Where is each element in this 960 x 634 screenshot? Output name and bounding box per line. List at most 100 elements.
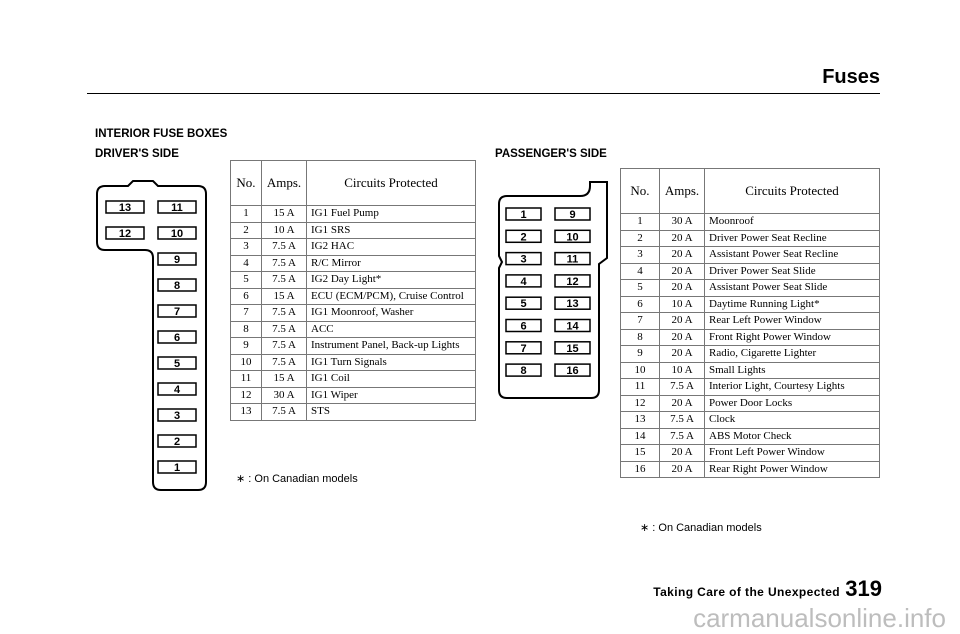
fuse-slot-label: 1 — [520, 209, 526, 221]
fuse-circuit: ABS Motor Check — [704, 427, 880, 445]
table-row: 7 7.5 A IG1 Moonroof, Washer — [230, 304, 476, 322]
table-row: 11 15 A IG1 Coil — [230, 370, 476, 388]
fuse-number: 6 — [620, 295, 660, 313]
table-row: 16 20 A Rear Right Power Window — [620, 460, 880, 478]
table-row: 6 15 A ECU (ECM/PCM), Cruise Control — [230, 287, 476, 305]
table-row: 5 20 A Assistant Power Seat Slide — [620, 279, 880, 297]
fuse-number: 6 — [230, 287, 262, 305]
fuse-number: 5 — [230, 271, 262, 289]
fuse-slot-label: 16 — [566, 365, 578, 377]
table-row: 9 7.5 A Instrument Panel, Back-up Lights — [230, 337, 476, 355]
column-header: No. — [230, 160, 262, 206]
fuse-amps: 20 A — [659, 394, 705, 412]
fuse-circuit: Rear Left Power Window — [704, 312, 880, 330]
table-row: 8 7.5 A ACC — [230, 320, 476, 338]
table-row: 12 20 A Power Door Locks — [620, 394, 880, 412]
fuse-amps: 7.5 A — [659, 411, 705, 429]
fuse-amps: 7.5 A — [659, 378, 705, 396]
fuse-amps: 30 A — [261, 386, 307, 404]
fuse-amps: 20 A — [659, 328, 705, 346]
fuse-amps: 20 A — [659, 279, 705, 297]
fuse-slot-label: 12 — [119, 228, 131, 240]
fuse-number: 8 — [230, 320, 262, 338]
fuse-slot-label: 6 — [520, 321, 526, 333]
table-row: 3 7.5 A IG2 HAC — [230, 238, 476, 256]
fuse-circuit: Driver Power Seat Slide — [704, 262, 880, 280]
table-row: 6 10 A Daytime Running Light* — [620, 295, 880, 313]
fuse-slot-label: 2 — [520, 231, 526, 243]
fuse-circuit: Instrument Panel, Back-up Lights — [306, 337, 476, 355]
fuse-circuit: Power Door Locks — [704, 394, 880, 412]
fuse-circuit: STS — [306, 403, 476, 421]
fuse-slot-label: 7 — [174, 306, 180, 318]
fuse-number: 13 — [230, 403, 262, 421]
fuse-circuit: IG1 Moonroof, Washer — [306, 304, 476, 322]
fuse-number: 11 — [230, 370, 262, 388]
table-row: 5 7.5 A IG2 Day Light* — [230, 271, 476, 289]
fuse-circuit: Daytime Running Light* — [704, 295, 880, 313]
table-row: 4 20 A Driver Power Seat Slide — [620, 262, 880, 280]
fuse-slot-label: 11 — [567, 254, 579, 266]
table-row: 12 30 A IG1 Wiper — [230, 386, 476, 404]
fuse-slot-label: 11 — [171, 202, 183, 214]
fuse-number: 15 — [620, 444, 660, 462]
fuse-slot-label: 5 — [174, 358, 180, 370]
fuse-circuit: IG2 HAC — [306, 238, 476, 256]
fuse-amps: 7.5 A — [261, 353, 307, 371]
fuse-circuit: IG1 Turn Signals — [306, 353, 476, 371]
fuse-number: 14 — [620, 427, 660, 445]
fuse-slot-label: 3 — [174, 410, 180, 422]
fuse-number: 1 — [620, 213, 660, 231]
column-header: Circuits Protected — [306, 160, 476, 206]
table-row: 10 7.5 A IG1 Turn Signals — [230, 353, 476, 371]
fuse-slot-label: 14 — [566, 321, 579, 333]
fuse-amps: 7.5 A — [261, 320, 307, 338]
column-header: Circuits Protected — [704, 168, 880, 214]
page-number: 319 — [845, 576, 882, 601]
fuse-amps: 7.5 A — [261, 271, 307, 289]
fuse-slot-label: 6 — [174, 332, 180, 344]
fuse-number: 9 — [230, 337, 262, 355]
fuse-circuit: IG2 Day Light* — [306, 271, 476, 289]
fuse-number: 7 — [230, 304, 262, 322]
fuse-circuit: IG1 SRS — [306, 221, 476, 239]
fuse-circuit: Small Lights — [704, 361, 880, 379]
table-row: 1 30 A Moonroof — [620, 213, 880, 231]
fuse-slot-label: 4 — [174, 384, 181, 396]
fuse-amps: 20 A — [659, 229, 705, 247]
fuse-slot-label: 10 — [566, 231, 578, 243]
fuse-amps: 20 A — [659, 262, 705, 280]
fuse-number: 8 — [620, 328, 660, 346]
driver-fuse-table: No. Amps. Circuits Protected 1 15 A IG1 Fu… — [230, 160, 476, 421]
fuse-circuit: IG1 Fuel Pump — [306, 205, 476, 223]
fuse-slot-label: 5 — [520, 298, 526, 310]
fuse-circuit: Front Right Power Window — [704, 328, 880, 346]
fuse-circuit: ECU (ECM/PCM), Cruise Control — [306, 287, 476, 305]
table-row: 8 20 A Front Right Power Window — [620, 328, 880, 346]
fuse-amps: 15 A — [261, 205, 307, 223]
fuse-amps: 10 A — [261, 221, 307, 239]
fuse-slot-label: 12 — [566, 276, 578, 288]
fuse-number: 2 — [230, 221, 262, 239]
fuse-number: 12 — [620, 394, 660, 412]
fuse-circuit: IG1 Coil — [306, 370, 476, 388]
fuse-slot-label: 4 — [520, 276, 527, 288]
fuse-amps: 15 A — [261, 370, 307, 388]
fuse-number: 5 — [620, 279, 660, 297]
fuse-amps: 20 A — [659, 345, 705, 363]
fuse-number: 10 — [230, 353, 262, 371]
fuse-circuit: R/C Mirror — [306, 254, 476, 272]
fuse-slot-label: 8 — [174, 280, 180, 292]
fuse-slot-label: 7 — [520, 343, 526, 355]
fuse-number: 13 — [620, 411, 660, 429]
fuse-amps: 7.5 A — [261, 337, 307, 355]
fuse-number: 1 — [230, 205, 262, 223]
fuse-circuit: IG1 Wiper — [306, 386, 476, 404]
fuse-amps: 10 A — [659, 361, 705, 379]
fuse-circuit: ACC — [306, 320, 476, 338]
passenger-footnote: ∗ : On Canadian models — [640, 522, 762, 534]
fuse-slot-label: 2 — [174, 436, 180, 448]
fuse-slot-label: 13 — [119, 202, 131, 214]
fuse-amps: 7.5 A — [261, 403, 307, 421]
table-row: 3 20 A Assistant Power Seat Recline — [620, 246, 880, 264]
